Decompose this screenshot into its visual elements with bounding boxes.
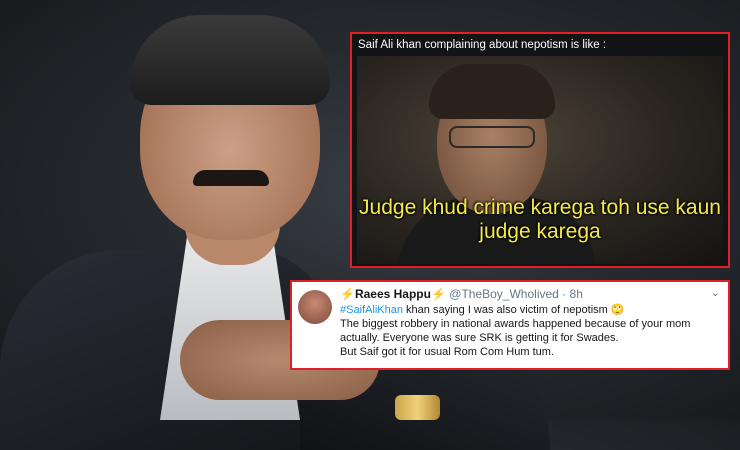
meme-panel: Saif Ali khan complaining about nepotism…	[350, 32, 730, 268]
meme-subtitle-line1: Judge khud crime karega toh use kaun	[359, 196, 721, 219]
tweet-text: #SaifAliKhan khan saying I was also vict…	[340, 303, 720, 359]
meme-screenshot: Judge khud crime karega toh use kaun jud…	[357, 56, 723, 264]
glasses-icon	[449, 126, 535, 148]
tweet-line3: actually. Everyone was sure SRK is getti…	[340, 332, 619, 344]
tweet-separator: ·	[558, 287, 570, 301]
tweet-handle[interactable]: @TheBoy_Wholived	[449, 287, 559, 301]
gold-watch	[395, 395, 440, 420]
tweet-line1: khan saying I was also victim of nepotis…	[403, 304, 625, 316]
hair	[130, 15, 330, 105]
meme-caption: Saif Ali khan complaining about nepotism…	[358, 39, 607, 51]
tweet-line4: But Saif got it for usual Rom Com Hum tu…	[340, 346, 554, 358]
chevron-down-icon[interactable]: ⌄	[711, 286, 720, 299]
avatar[interactable]	[298, 290, 332, 324]
meme-subtitle: Judge khud crime karega toh use kaun jud…	[357, 196, 723, 244]
meme-hair	[429, 64, 555, 119]
tweet-display-name[interactable]: ⚡Raees Happu⚡	[340, 287, 446, 301]
tweet-time[interactable]: 8h	[570, 287, 583, 301]
tweet-header: ⚡Raees Happu⚡ @TheBoy_Wholived · 8h	[340, 287, 583, 301]
mustache	[193, 170, 269, 186]
meme-subtitle-line2: judge karega	[479, 220, 601, 243]
tweet-hashtag[interactable]: #SaifAliKhan	[340, 304, 403, 316]
tweet-line2: The biggest robbery in national awards h…	[340, 318, 691, 330]
tweet-card[interactable]: ⚡Raees Happu⚡ @TheBoy_Wholived · 8h ⌄ #S…	[290, 280, 730, 370]
